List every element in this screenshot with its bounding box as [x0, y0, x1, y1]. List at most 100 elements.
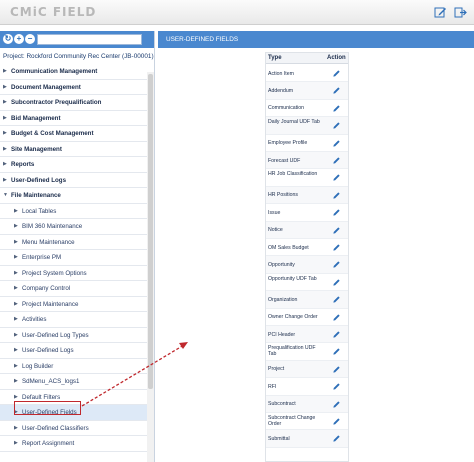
nav-item[interactable]: ▶ Communication Management — [0, 64, 147, 80]
add-icon[interactable]: + — [14, 34, 24, 44]
nav-subitem[interactable]: ▶ User-Defined Logs — [0, 343, 147, 359]
row-type-cell: Organization — [268, 296, 298, 303]
nav-subitem[interactable]: ▶ User-Defined Classifiers — [0, 421, 147, 436]
pencil-icon[interactable] — [332, 313, 341, 322]
caret-right-icon: ▶ — [3, 176, 7, 183]
nav-item-label: BIM 360 Maintenance — [22, 223, 83, 230]
row-type-cell: HR Positions — [268, 192, 298, 199]
nav-subitem[interactable]: ▶ Log Builder — [0, 359, 147, 374]
pencil-icon[interactable] — [332, 278, 341, 287]
table-row: OM Sales Budget — [266, 239, 348, 257]
caret-right-icon: ▶ — [14, 269, 18, 276]
row-type-cell: Issue — [268, 209, 281, 216]
edit-icon[interactable] — [434, 6, 447, 19]
pencil-icon[interactable] — [332, 191, 341, 200]
row-type-cell: HR Job Classification — [268, 171, 318, 178]
nav-item-label: File Maintenance — [11, 192, 61, 199]
pencil-icon[interactable] — [332, 226, 341, 235]
nav-item-label: Local Tables — [22, 207, 57, 215]
row-type-cell: PCI Header — [268, 331, 296, 338]
row-type-cell: Addendum — [268, 87, 294, 94]
row-type-cell: Employee Profile — [268, 140, 308, 147]
navigation-panel: ↻ + − Project: Rockford Community Rec Ce… — [0, 31, 155, 462]
pencil-icon[interactable] — [332, 208, 341, 217]
pencil-icon[interactable] — [332, 139, 341, 148]
nav-subitem[interactable]: ▶ Menu Maintenance — [0, 235, 147, 250]
nav-subitem[interactable]: ▶ Company Control — [0, 281, 147, 297]
pencil-icon[interactable] — [332, 400, 341, 409]
table-row: Employee Profile — [266, 135, 348, 152]
caret-right-icon: ▶ — [3, 68, 7, 74]
nav-item-label: Project System Options — [22, 269, 87, 277]
nav-subitem[interactable]: ▶ Enterprise PM — [0, 250, 147, 266]
caret-right-icon: ▶ — [3, 99, 7, 105]
caret-right-icon: ▶ — [3, 130, 7, 136]
nav-subitem[interactable]: ▶ Activities — [0, 312, 147, 328]
scrollbar-thumb[interactable] — [148, 74, 153, 389]
pencil-icon[interactable] — [332, 86, 341, 95]
nav-item-label: Document Management — [11, 83, 81, 91]
pencil-icon[interactable] — [332, 156, 341, 165]
nav-item[interactable]: ▶ User-Defined Logs — [0, 173, 147, 188]
nav-scrollbar[interactable] — [147, 72, 154, 462]
pencil-icon[interactable] — [332, 382, 341, 391]
table-row: Action Item — [266, 65, 348, 83]
pencil-icon[interactable] — [332, 417, 341, 426]
table-row: RFI — [266, 378, 348, 396]
nav-item-label: Communication Management — [11, 68, 98, 75]
nav-subitem[interactable]: ▶ Local Tables — [0, 204, 147, 219]
nav-subitem[interactable]: ▶ BIM 360 Maintenance — [0, 219, 147, 235]
content-panel: USER-DEFINED FIELDS Type Action Action I… — [158, 31, 474, 462]
nav-subitem[interactable]: ▶ Project System Options — [0, 266, 147, 281]
caret-right-icon: ▶ — [14, 285, 18, 291]
nav-item[interactable]: ▶ Subcontractor Prequalification — [0, 95, 147, 111]
nav-item-label: Activities — [22, 316, 47, 323]
pencil-icon[interactable] — [332, 69, 341, 78]
caret-right-icon: ▶ — [14, 316, 18, 322]
column-header-type[interactable]: Type — [268, 55, 282, 61]
pencil-icon[interactable] — [332, 434, 341, 443]
nav-item[interactable]: ▼ File Maintenance — [0, 188, 147, 204]
nav-item[interactable]: ▶ Budget & Cost Management — [0, 126, 147, 142]
pencil-icon[interactable] — [332, 260, 341, 269]
collapse-icon[interactable]: − — [25, 34, 35, 44]
row-type-cell: Forecast UDF — [268, 157, 301, 164]
row-type-cell: Owner Change Order — [268, 314, 318, 321]
nav-subitem[interactable]: ▶ User-Defined Log Types — [0, 328, 147, 343]
pencil-icon[interactable] — [332, 365, 341, 374]
row-type-cell: OM Sales Budget — [268, 244, 309, 251]
nav-item[interactable]: ▶ Reports — [0, 157, 147, 173]
nav-subitem[interactable]: ▶ Project Maintenance — [0, 297, 147, 312]
refresh-icon[interactable]: ↻ — [3, 34, 13, 44]
caret-right-icon: ▶ — [14, 440, 18, 446]
pencil-icon[interactable] — [332, 330, 341, 339]
table-row: Forecast UDF — [266, 152, 348, 170]
page-title: USER-DEFINED FIELDS — [158, 31, 474, 48]
table-header: Type Action — [266, 53, 348, 64]
nav-subitem[interactable]: ▶ SdMenu_ACS_logs1 — [0, 374, 147, 390]
row-type-cell: Prequalification UDF Tab — [268, 345, 316, 358]
caret-right-icon: ▶ — [14, 331, 18, 338]
caret-right-icon: ▶ — [14, 362, 18, 369]
nav-subitem[interactable]: ▶ Report Assignment — [0, 436, 147, 452]
nav-item[interactable]: ▶ Bid Management — [0, 111, 147, 126]
row-type-cell: Opportunity — [268, 261, 295, 268]
udf-table: Type Action Action Item Addendum Communica… — [265, 52, 349, 462]
caret-right-icon: ▶ — [3, 145, 7, 152]
nav-item-label: Menu Maintenance — [22, 238, 75, 246]
logout-icon[interactable] — [454, 6, 467, 19]
table-row: Daily Journal UDF Tab — [266, 117, 348, 135]
nav-item[interactable]: ▶ Document Management — [0, 80, 147, 95]
nav-search-input[interactable] — [37, 34, 142, 45]
caret-right-icon: ▶ — [14, 424, 18, 431]
nav-item-label: Reports — [11, 161, 35, 168]
pencil-icon[interactable] — [332, 121, 341, 130]
pencil-icon[interactable] — [332, 347, 341, 356]
pencil-icon[interactable] — [332, 104, 341, 113]
pencil-icon[interactable] — [332, 295, 341, 304]
nav-item[interactable]: ▶ Site Management — [0, 142, 147, 157]
nav-item-label: User-Defined Log Types — [22, 331, 89, 339]
pencil-icon[interactable] — [332, 243, 341, 252]
row-type-cell: Daily Journal UDF Tab — [268, 119, 320, 126]
pencil-icon[interactable] — [332, 173, 341, 182]
